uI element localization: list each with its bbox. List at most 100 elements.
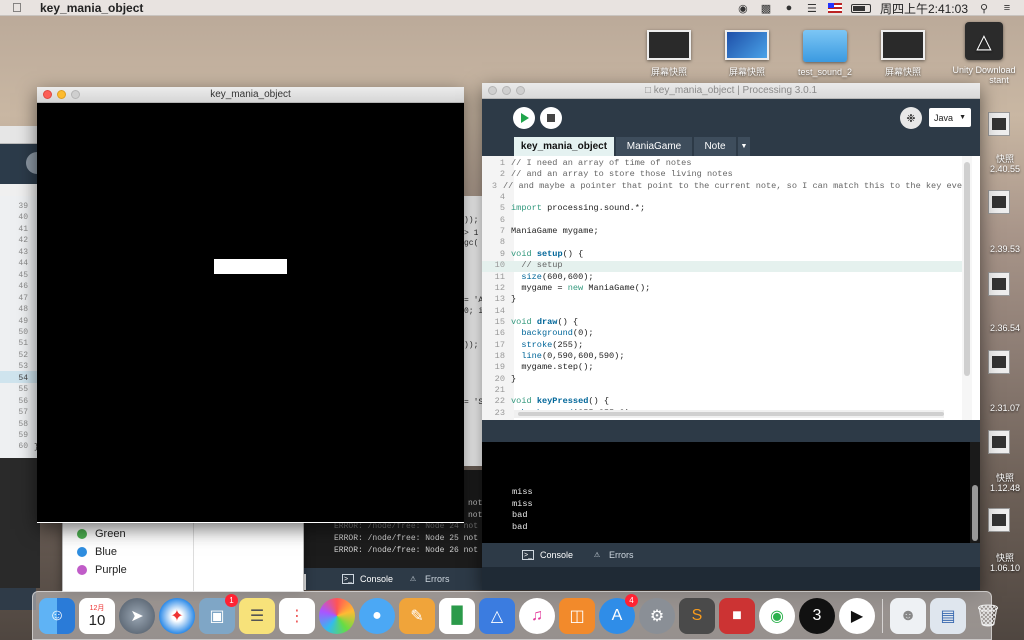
errors-tab[interactable]: ⚠ Errors — [591, 550, 634, 560]
appstore-icon[interactable]: A4 — [599, 593, 638, 634]
stop-button[interactable] — [540, 107, 562, 129]
desktop-folder-test-sound-2[interactable]: test_sound_2 — [790, 30, 860, 77]
parallels-icon[interactable]: ■ — [719, 597, 755, 634]
code-line[interactable]: 15 void draw() { — [482, 317, 962, 328]
photos-icon[interactable] — [319, 597, 355, 634]
code-line[interactable]: 22 void keyPressed() { — [482, 396, 962, 407]
sketch-window[interactable]: key_mania_object — [37, 87, 464, 523]
ibooks-icon[interactable]: ◫ — [559, 597, 595, 634]
processing-ide-window[interactable]: □ key_mania_object | Processing 3.0.1 ❉ … — [482, 83, 980, 590]
tab-menu-arrow-icon[interactable]: ▼ — [738, 137, 750, 156]
code-line[interactable]: 2 // and an array to store those living n… — [482, 169, 962, 180]
wechat-menu-icon[interactable]: ◉ — [736, 2, 750, 15]
background-window-titlebar[interactable] — [0, 126, 39, 144]
code-line[interactable]: 12 mygame = new ManiaGame(); — [482, 283, 962, 294]
documents-stack-icon[interactable]: ▤ — [930, 597, 966, 634]
code-line[interactable]: 14 — [482, 306, 962, 317]
code-line[interactable]: 5 import processing.sound.*; — [482, 203, 962, 214]
input-source-flag-icon[interactable] — [827, 3, 842, 13]
console-output[interactable]: miss miss bad bad — [482, 442, 970, 543]
desktop-unity-download-assistant[interactable]: △ Unity Download stant — [946, 22, 1022, 85]
tab-note[interactable]: Note — [694, 137, 736, 156]
messages-icon[interactable]: ● — [359, 597, 395, 634]
safari-icon[interactable]: ✦ — [159, 597, 195, 634]
code-line[interactable]: 8 — [482, 237, 962, 248]
code-line[interactable]: 13} — [482, 294, 962, 305]
spotlight-icon[interactable]: ⚲ — [977, 2, 991, 15]
desktop-side-item[interactable] — [974, 430, 1024, 458]
desktop-side-item[interactable] — [974, 508, 1024, 536]
wechat-icon[interactable]: ◉ — [759, 597, 795, 634]
code-line[interactable]: 17 stroke(255); — [482, 340, 962, 351]
desktop-side-item[interactable] — [974, 272, 1024, 300]
downloads-stack-icon[interactable]: ☻ — [890, 597, 926, 634]
close-icon[interactable] — [488, 86, 497, 95]
desktop-side-item[interactable] — [974, 112, 1024, 140]
code-line[interactable]: 9 void setup() { — [482, 249, 962, 260]
code-line[interactable]: 21 — [482, 385, 962, 396]
reminders-icon[interactable]: ⋮ — [279, 597, 315, 634]
code-line[interactable]: 4 — [482, 192, 962, 203]
mode-selector[interactable]: Java ▼ — [929, 108, 971, 127]
desktop-side-item[interactable] — [974, 190, 1024, 218]
editor-horizontal-scroll-thumb[interactable] — [518, 412, 944, 416]
console-tab[interactable]: >_ Console — [522, 550, 573, 560]
desktop-screenshot-3[interactable]: 屏幕快照 — [868, 30, 938, 78]
background-console-tab[interactable]: >_ Console — [342, 574, 393, 584]
gpu-menu-icon[interactable]: ● — [782, 2, 796, 14]
color-row-green[interactable]: Green — [77, 525, 126, 543]
finder-icon[interactable]: ☺ — [39, 597, 75, 634]
minimize-icon[interactable] — [502, 86, 511, 95]
battery-icon[interactable] — [850, 3, 871, 13]
code-line[interactable]: 3 // and maybe a pointer that point to th… — [482, 181, 962, 192]
sketch-canvas[interactable] — [37, 103, 464, 523]
console-scroll-thumb[interactable] — [972, 485, 978, 541]
code-line[interactable]: 16 background(0); — [482, 328, 962, 339]
code-line[interactable]: 1 // I need an array of time of notes — [482, 158, 962, 169]
calendar-icon[interactable]: 12月 10 — [79, 597, 115, 634]
editor-vertical-scroll-thumb[interactable] — [964, 162, 970, 376]
zoom-icon[interactable] — [516, 86, 525, 95]
desktop-side-item[interactable] — [974, 350, 1024, 378]
color-list-window[interactable]: Green Blue Purple — [62, 522, 304, 592]
code-line[interactable]: 10 // setup — [482, 260, 962, 271]
code-line[interactable]: 7 ManiaGame mygame; — [482, 226, 962, 237]
sublime-text-icon[interactable]: S — [679, 597, 715, 634]
pages-icon[interactable]: ✎ — [399, 597, 435, 634]
wifi-icon[interactable]: ☰ — [805, 2, 819, 15]
code-editor[interactable]: 1// I need an array of time of notes 2// … — [482, 156, 980, 420]
keynote-icon[interactable]: △ — [479, 597, 515, 634]
qq-menu-icon[interactable]: ▩ — [759, 2, 773, 15]
desktop-screenshot-1[interactable]: 屏幕快照 — [634, 30, 704, 78]
notification-center-icon[interactable]: ≡ — [1000, 2, 1014, 14]
code-line[interactable]: 19 mygame.step(); — [482, 362, 962, 373]
code-line[interactable]: 20} — [482, 374, 962, 385]
color-row-blue[interactable]: Blue — [77, 543, 117, 561]
numbers-icon[interactable]: █ — [439, 597, 475, 634]
tab-key-mania-object[interactable]: key_mania_object — [514, 137, 614, 156]
color-row-purple[interactable]: Purple — [77, 561, 127, 579]
system-preferences-icon[interactable]: ⚙ — [639, 597, 675, 634]
notes-icon[interactable]: ☰ — [239, 597, 275, 634]
run-button[interactable] — [513, 107, 535, 129]
close-icon[interactable] — [43, 90, 52, 99]
minimize-icon[interactable] — [57, 90, 66, 99]
processing-icon[interactable]: 3 — [799, 597, 835, 634]
launchpad-icon[interactable]: ➤ — [119, 597, 155, 634]
sketch-window-titlebar[interactable]: key_mania_object — [37, 87, 464, 103]
tab-mania-game[interactable]: ManiaGame — [616, 137, 692, 156]
active-app-name[interactable]: key_mania_object — [40, 1, 143, 15]
zoom-icon[interactable] — [71, 90, 80, 99]
debug-button[interactable]: ❉ — [900, 107, 922, 129]
apple-menu-icon[interactable]:  — [12, 0, 32, 15]
menu-clock[interactable]: 周四上午2:41:03 — [880, 0, 968, 17]
quicktime-icon[interactable]: ▶ — [839, 597, 875, 634]
ide-titlebar[interactable]: □ key_mania_object | Processing 3.0.1 — [482, 83, 980, 99]
itunes-icon[interactable]: ♫ — [519, 597, 555, 634]
preview-icon[interactable]: ▣ 1 — [199, 593, 238, 634]
console-divider[interactable] — [482, 420, 980, 442]
code-line[interactable]: 18 line(0,590,600,590); — [482, 351, 962, 362]
desktop-screenshot-2[interactable]: 屏幕快照 — [712, 30, 782, 78]
background-errors-tab[interactable]: ⚠ Errors — [407, 574, 450, 584]
code-line[interactable]: 6 — [482, 215, 962, 226]
